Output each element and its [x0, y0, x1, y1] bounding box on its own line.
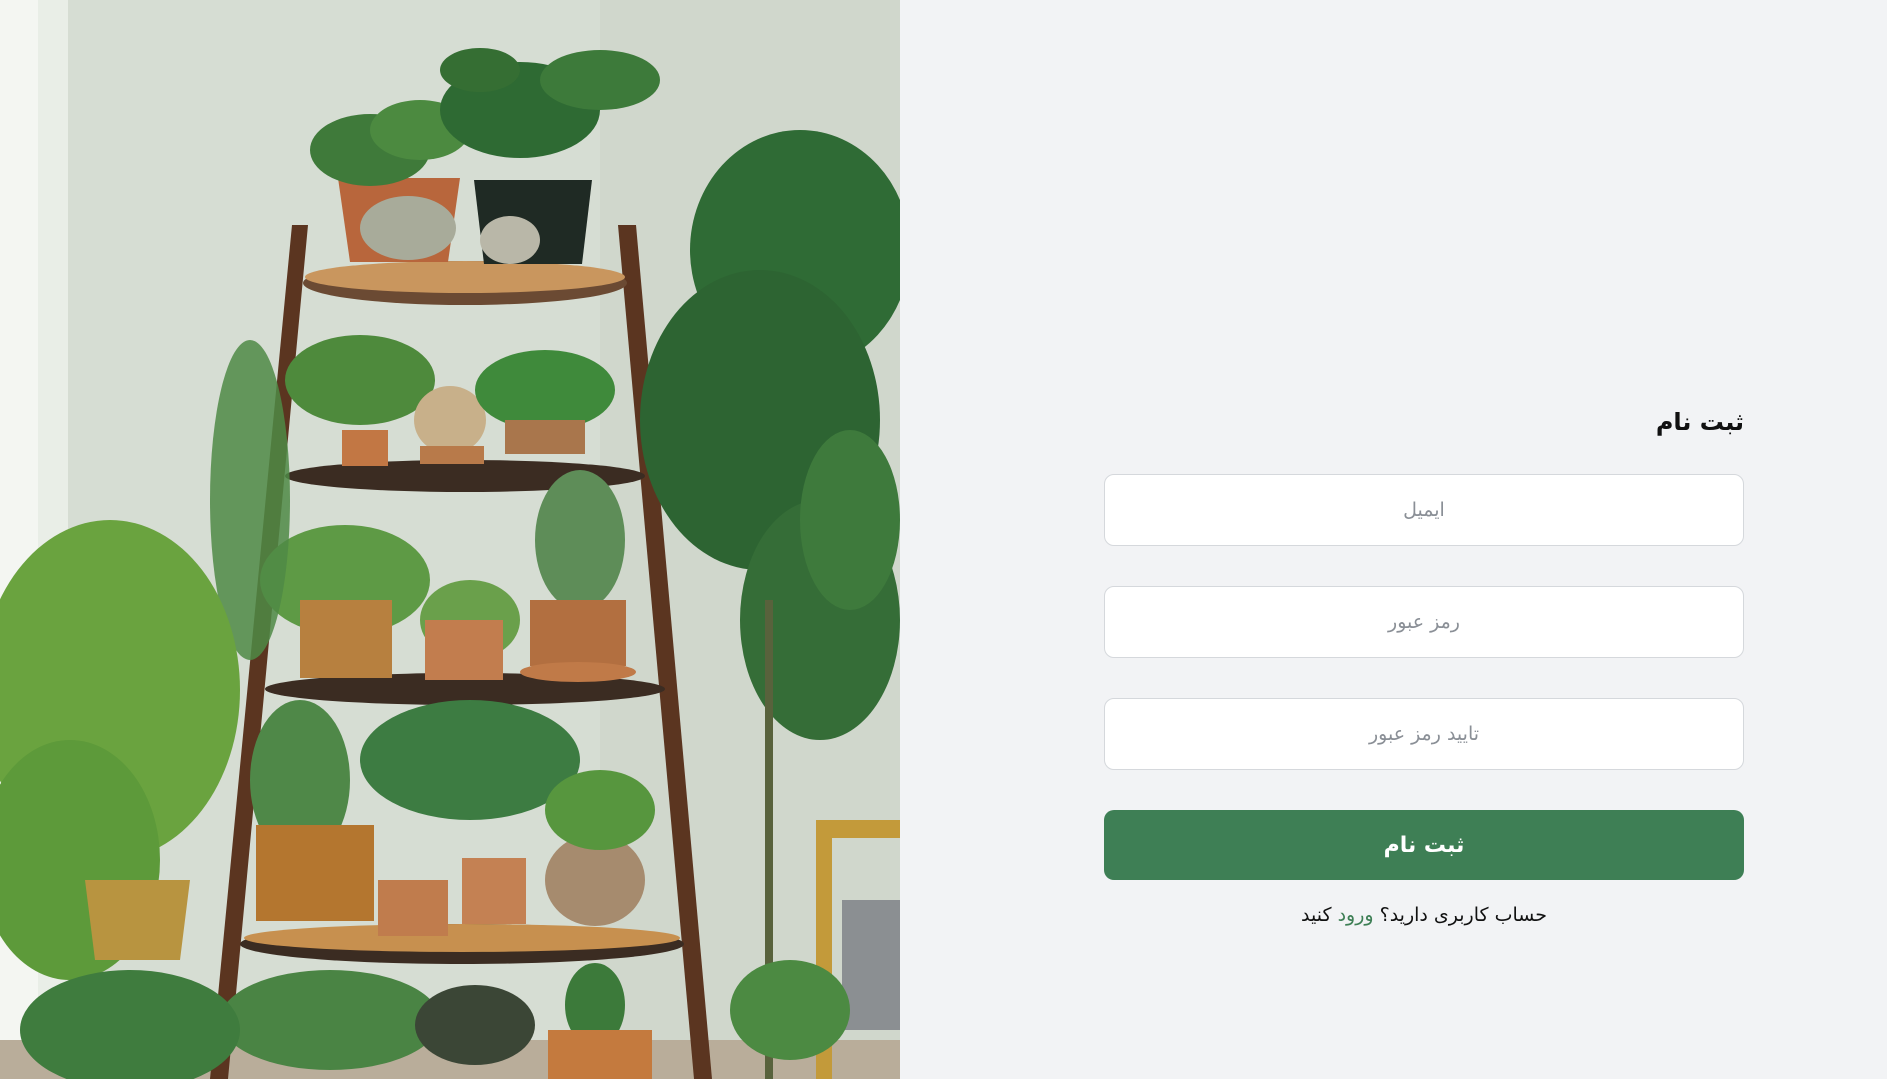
has-account-text: حساب کاربری دارید؟: [1379, 904, 1547, 926]
signup-form: ثبت نام ثبت نام حساب کاربری دارید؟ ورود …: [1104, 404, 1744, 926]
login-prompt: حساب کاربری دارید؟ ورود کنید: [1104, 904, 1744, 926]
form-panel: ثبت نام ثبت نام حساب کاربری دارید؟ ورود …: [900, 0, 1887, 1079]
email-field[interactable]: [1104, 474, 1744, 546]
signup-page: ثبت نام ثبت نام حساب کاربری دارید؟ ورود …: [0, 0, 1887, 1079]
signup-button[interactable]: ثبت نام: [1104, 810, 1744, 880]
login-suffix-text: کنید: [1301, 904, 1332, 926]
login-link[interactable]: ورود: [1338, 904, 1374, 926]
password-field[interactable]: [1104, 586, 1744, 658]
form-title: ثبت نام: [1655, 408, 1744, 436]
hero-image: [0, 0, 900, 1079]
confirm-password-field[interactable]: [1104, 698, 1744, 770]
